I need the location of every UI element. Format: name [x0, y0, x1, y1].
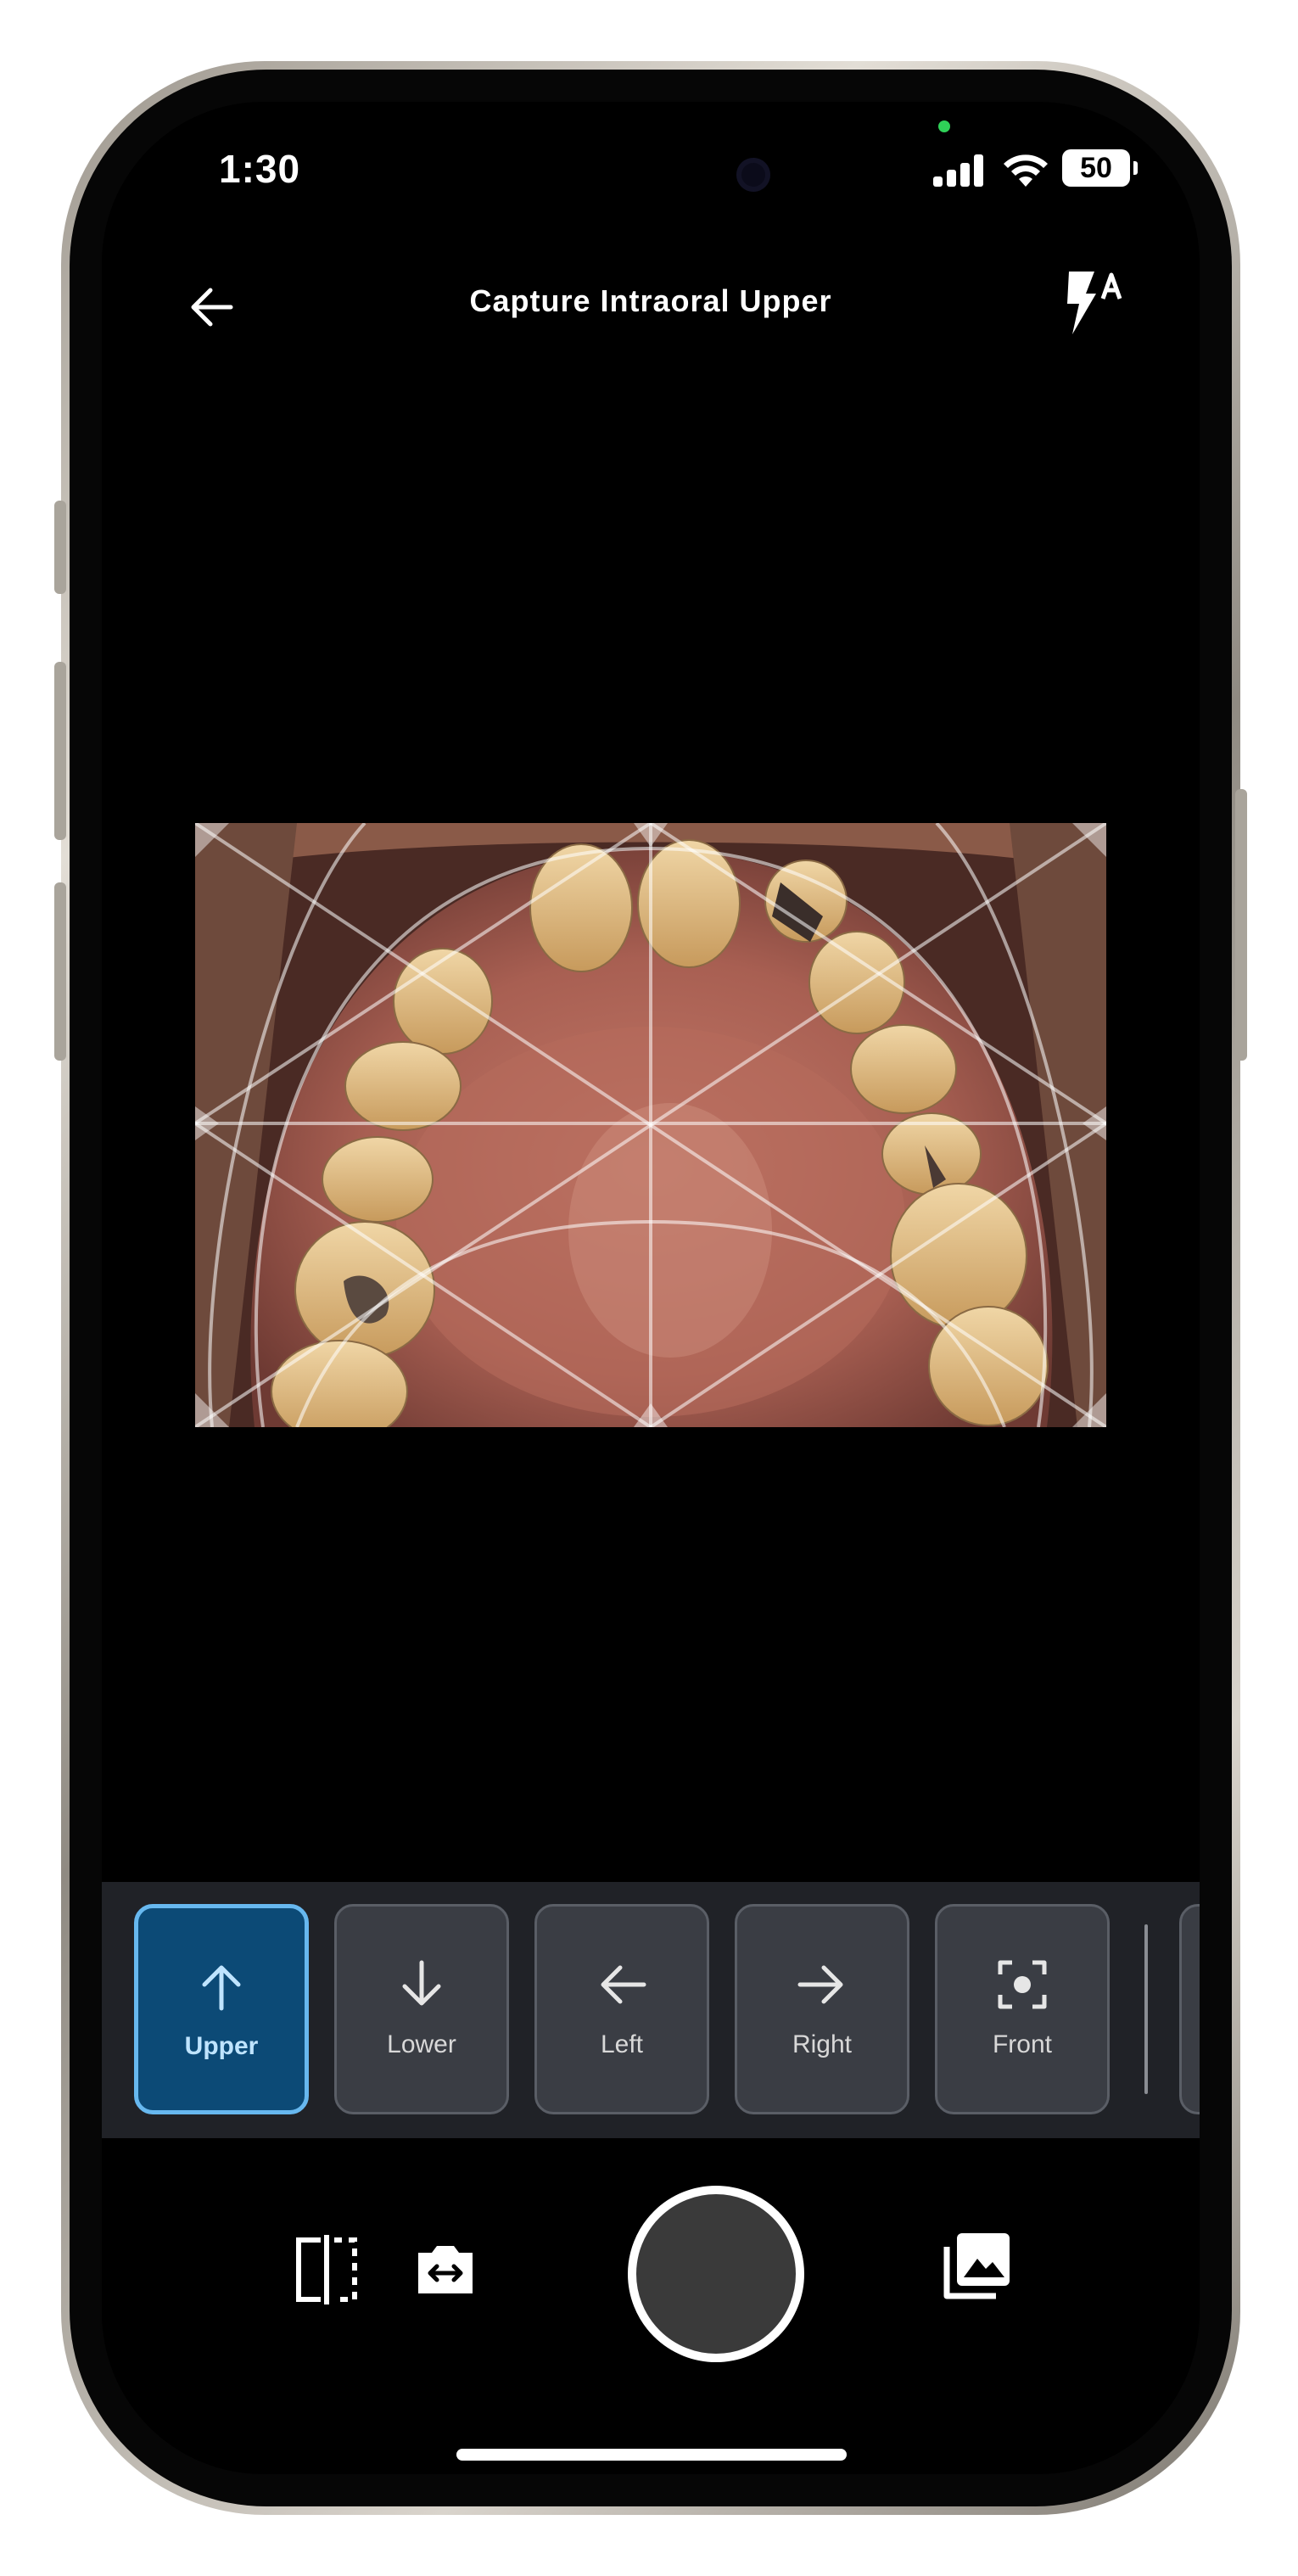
gallery-button[interactable] — [930, 2220, 1023, 2313]
page-title: Capture Intraoral Upper — [469, 283, 832, 318]
arrow-right-icon — [797, 1965, 843, 2004]
selector-divider — [1144, 1924, 1148, 2094]
arrow-up-icon — [202, 1965, 241, 2011]
view-chip-left[interactable]: Left — [534, 1904, 709, 2114]
mirror-toggle-button[interactable] — [280, 2223, 373, 2316]
view-chip-label: Lower — [387, 2030, 456, 2058]
gallery-icon — [943, 2233, 1010, 2299]
side-button — [54, 882, 66, 1061]
battery-indicator: 50 — [1062, 149, 1138, 187]
view-chip-label: Left — [600, 2030, 644, 2058]
view-selector: Upper Lower Left Right Front — [102, 1882, 1200, 2138]
switch-camera-button[interactable] — [399, 2223, 492, 2316]
view-chip-label: Right — [792, 2030, 853, 2058]
view-chip-label: Front — [992, 2030, 1053, 2058]
view-chip-more[interactable] — [1179, 1904, 1200, 2114]
view-chip-right[interactable]: Right — [735, 1904, 909, 2114]
view-chip-upper[interactable]: Upper — [134, 1904, 309, 2114]
side-button — [54, 501, 66, 594]
cellular-signal-icon — [933, 154, 986, 187]
wifi-icon — [1004, 154, 1048, 187]
intraoral-preview-image — [195, 823, 1106, 1427]
phone-screen: 1:30 50 Capture Intraoral Upper Upper Lo… — [102, 102, 1200, 2474]
arrow-left-icon — [601, 1965, 646, 2004]
camera-preview[interactable] — [195, 823, 1106, 1427]
view-chip-lower[interactable]: Lower — [334, 1904, 509, 2114]
view-chip-front[interactable]: Front — [935, 1904, 1110, 2114]
flip-mirror-icon — [296, 2235, 357, 2304]
home-indicator[interactable] — [456, 2449, 847, 2461]
arrow-down-icon — [402, 1960, 441, 2006]
camera-in-use-indicator — [938, 120, 950, 132]
view-chip-label: Upper — [184, 2032, 259, 2060]
switch-camera-icon — [418, 2246, 473, 2293]
side-button — [1235, 789, 1247, 1061]
shutter-button[interactable] — [628, 2186, 804, 2362]
dynamic-island — [490, 127, 813, 222]
status-time: 1:30 — [219, 147, 301, 191]
flash-auto-icon — [1067, 272, 1122, 334]
side-button — [54, 662, 66, 840]
focus-center-icon — [998, 1960, 1047, 2009]
flash-toggle-button[interactable] — [1060, 268, 1137, 344]
